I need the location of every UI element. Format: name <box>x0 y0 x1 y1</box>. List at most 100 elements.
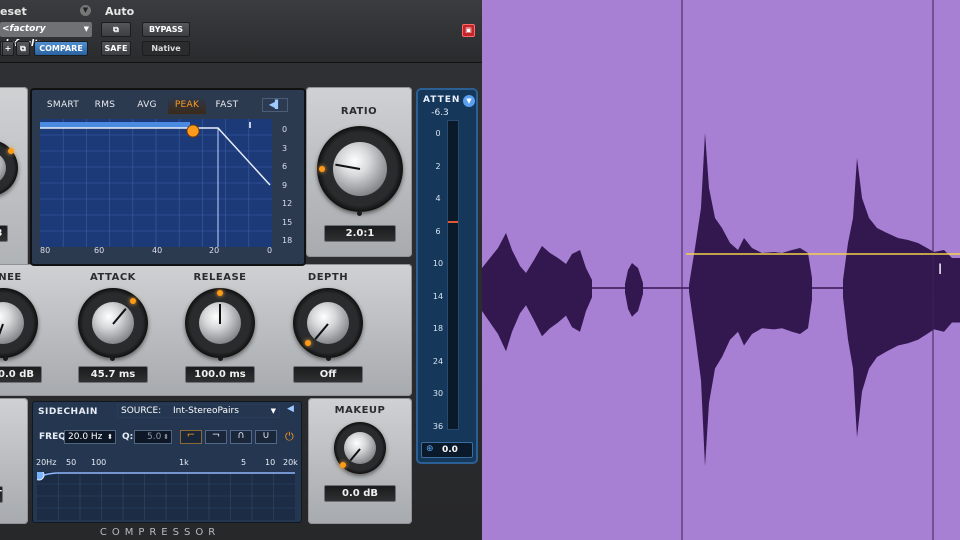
attack-knob[interactable] <box>78 288 148 358</box>
meter-reset-field[interactable]: ⊕ 0.0 <box>421 442 473 458</box>
next-preset-button[interactable]: + <box>2 41 14 56</box>
knee-knob-foot <box>3 356 8 361</box>
source-label: SOURCE: <box>121 406 162 416</box>
highpass-filter-button[interactable]: ⌐ <box>180 430 202 444</box>
detection-mode-smart[interactable]: SMART <box>44 96 82 114</box>
sidechain-source-select[interactable]: SOURCE: Int-StereoPairs ▼ <box>117 404 280 418</box>
meter-link-icon: ⊕ <box>426 444 434 454</box>
depth-knob-foot <box>326 356 331 361</box>
waveform-svg[interactable]: I <box>482 0 960 540</box>
compare-button[interactable]: COMPARE <box>34 41 88 56</box>
waveform-region-4 <box>843 158 960 438</box>
meter-tick: 24 <box>432 356 444 366</box>
knee-value[interactable]: 0.0 dB <box>0 366 42 383</box>
release-knob-foot <box>218 356 223 361</box>
preset-menu-icon[interactable]: ▼ <box>80 5 91 16</box>
ratio-value[interactable]: 2.0:1 <box>324 225 396 242</box>
graph-bottom-tick: 20 <box>209 246 220 255</box>
meter-tick: 18 <box>432 324 444 333</box>
stepper-icon: ⬍ <box>163 433 169 441</box>
close-icon[interactable]: ▣ <box>462 24 475 37</box>
native-label: Native <box>142 41 190 56</box>
attack-label: ATTACK <box>90 272 136 283</box>
graph-bottom-tick: 0 <box>267 246 273 255</box>
transfer-curve-graph[interactable] <box>40 119 272 247</box>
link-settings-icon[interactable]: ⧉ <box>101 22 131 37</box>
depth-label: DEPTH <box>307 272 349 283</box>
ratio-knob[interactable] <box>317 126 403 212</box>
plugin-name: COMPRESSOR <box>99 527 221 538</box>
chevron-down-icon: ▼ <box>270 407 276 415</box>
meter-peak-value: -6.3 <box>431 108 449 118</box>
freq-field[interactable]: 20.0 Hz ⬍ <box>64 430 116 444</box>
graph-right-tick: 9 <box>282 180 288 190</box>
ratio-knob-foot <box>357 211 362 216</box>
meter-menu-icon[interactable]: ▼ <box>463 95 475 107</box>
detection-mode-fast[interactable]: FAST <box>208 96 246 114</box>
graph-right-tick: 6 <box>282 162 288 171</box>
notch-filter-button[interactable]: ∪ <box>255 430 277 444</box>
detection-mode-avg[interactable]: AVG <box>128 96 166 114</box>
listen-icon[interactable]: ◀▌ <box>262 98 288 112</box>
sidechain-scale-tick: 1k <box>179 458 189 467</box>
sidechain-left-panel <box>0 398 28 524</box>
input-level-bar <box>40 122 190 128</box>
stepper-icon: ⬍ <box>107 433 113 441</box>
sidechain-filter-handle <box>37 472 45 481</box>
attack-knob-foot <box>110 356 115 361</box>
detection-mode-rms[interactable]: RMS <box>86 96 124 114</box>
depth-value[interactable]: Off <box>293 366 363 383</box>
sidechain-filter-graph[interactable] <box>37 472 295 520</box>
audio-track-waveform[interactable]: I <box>482 0 960 540</box>
copy-settings-icon[interactable]: ⧉ <box>16 41 30 56</box>
meter-tick: 6 <box>435 226 441 236</box>
release-knob[interactable] <box>185 288 255 358</box>
meter-title: ATTEN <box>423 95 461 105</box>
depth-knob[interactable] <box>293 288 363 358</box>
graph-right-tick: 3 <box>282 143 288 153</box>
q-label: Q: <box>122 432 134 442</box>
graph-right-tick: 18 <box>282 236 293 245</box>
meter-tick: 2 <box>435 161 441 171</box>
release-value[interactable]: 100.0 ms <box>185 366 255 383</box>
knee-label: NEE <box>0 272 22 283</box>
preset-select[interactable]: <factory default> ▼ <box>0 22 92 49</box>
sidechain-power-icon[interactable]: ⏻ <box>285 430 294 444</box>
graph-bottom-tick: 40 <box>152 246 163 255</box>
meter-tick: 14 <box>432 291 444 301</box>
makeup-value[interactable]: 0.0 dB <box>324 485 396 502</box>
meter-peak-hold-marker <box>448 221 458 223</box>
automation-label[interactable]: Auto <box>105 5 134 18</box>
detection-mode-peak[interactable]: PEAK <box>168 96 206 114</box>
meter-foot-value: 0.0 <box>442 445 458 455</box>
bypass-button[interactable]: BYPASS <box>142 22 190 37</box>
threshold-value[interactable]: 3 <box>0 225 8 242</box>
sidechain-scale-tick: 20Hz <box>36 458 57 467</box>
graph-right-tick: 0 <box>282 125 288 134</box>
waveform-region-2 <box>625 263 643 317</box>
ratio-label: RATIO <box>340 106 378 117</box>
sidechain-scale-tick: 5 <box>241 458 247 467</box>
plugin-header: eset ▼ Auto <factory default> ▼ - + ⧉ CO… <box>0 0 482 63</box>
q-field[interactable]: 5.0 ⬍ <box>134 430 172 444</box>
graph-bottom-tick: 80 <box>40 246 51 255</box>
meter-tick: 10 <box>432 259 444 268</box>
sidechain-scale-tick: 100 <box>91 458 107 467</box>
attack-value[interactable]: 45.7 ms <box>78 366 148 383</box>
bandpass-filter-button[interactable]: ∩ <box>230 430 252 444</box>
meter-tick: 36 <box>432 421 444 431</box>
waveform-region-1 <box>482 233 592 352</box>
graph-right-tick: 15 <box>282 217 293 227</box>
sidechain-left-value[interactable]: T <box>0 486 3 503</box>
safe-button[interactable]: SAFE <box>101 41 131 56</box>
makeup-knob[interactable] <box>334 422 386 474</box>
makeup-label: MAKEUP <box>334 405 386 416</box>
meter-tick: 30 <box>432 389 444 398</box>
sidechain-scale-tick: 20k <box>283 458 298 467</box>
meter-tick: 0 <box>435 129 441 138</box>
chevron-down-icon: ▼ <box>83 25 89 33</box>
lowpass-filter-button[interactable]: ¬ <box>205 430 227 444</box>
preset-label: eset <box>0 5 27 18</box>
sidechain-listen-icon[interactable]: ◀ <box>287 404 294 414</box>
waveform-region-3 <box>689 133 812 467</box>
